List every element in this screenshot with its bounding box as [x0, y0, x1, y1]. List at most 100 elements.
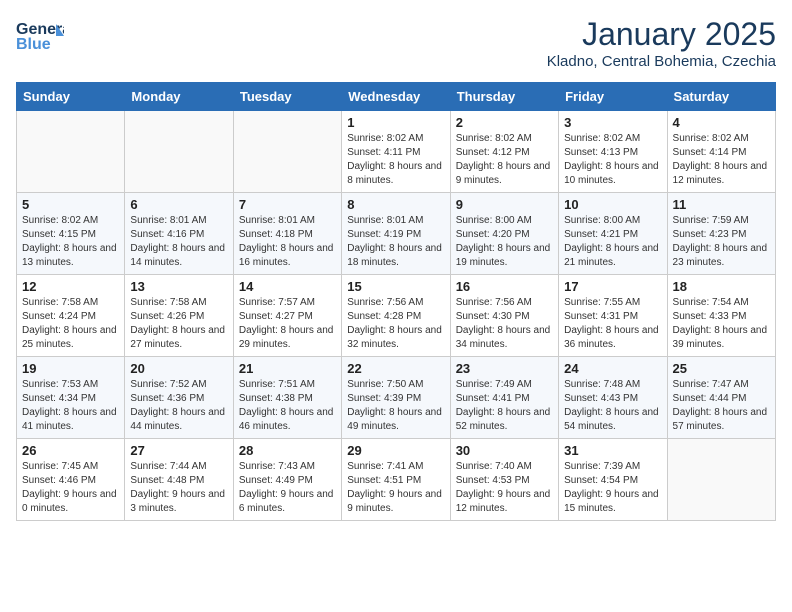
calendar-day: 3 Sunrise: 8:02 AM Sunset: 4:13 PM Daylig… — [559, 111, 667, 193]
day-number: 25 — [673, 361, 770, 376]
logo-icon: General Blue — [16, 16, 64, 58]
day-info: Sunrise: 8:00 AM Sunset: 4:21 PM Dayligh… — [564, 214, 661, 270]
day-number: 14 — [239, 279, 336, 294]
svg-text:Blue: Blue — [16, 36, 51, 53]
day-header-tuesday: Tuesday — [233, 83, 341, 111]
title-block: January 2025 Kladno, Central Bohemia, Cz… — [547, 16, 776, 70]
day-info: Sunrise: 8:02 AM Sunset: 4:15 PM Dayligh… — [22, 214, 119, 270]
calendar-day: 27Sunrise: 7:44 AM Sunset: 4:48 PM Dayli… — [125, 439, 233, 521]
day-number: 2 — [456, 115, 553, 130]
day-info: Sunrise: 7:51 AM Sunset: 4:38 PM Dayligh… — [239, 378, 336, 434]
calendar-day: 10 Sunrise: 8:00 AM Sunset: 4:21 PM Dayli… — [559, 193, 667, 275]
calendar-day: 22Sunrise: 7:50 AM Sunset: 4:39 PM Dayli… — [342, 357, 450, 439]
calendar-day: 9 Sunrise: 8:00 AM Sunset: 4:20 PM Daylig… — [450, 193, 558, 275]
page-header: General Blue January 2025 Kladno, Centra… — [16, 16, 776, 70]
day-info: Sunrise: 7:41 AM Sunset: 4:51 PM Dayligh… — [347, 460, 444, 516]
calendar-day — [17, 111, 125, 193]
calendar-week-1: 1Sunrise: 8:02 AM Sunset: 4:11 PM Daylig… — [17, 111, 776, 193]
day-info: Sunrise: 8:01 AM Sunset: 4:18 PM Dayligh… — [239, 214, 336, 270]
day-number: 23 — [456, 361, 553, 376]
calendar-day: 30 Sunrise: 7:40 AM Sunset: 4:53 PM Dayli… — [450, 439, 558, 521]
day-info: Sunrise: 7:55 AM Sunset: 4:31 PM Dayligh… — [564, 296, 661, 352]
day-info: Sunrise: 7:49 AM Sunset: 4:41 PM Dayligh… — [456, 378, 553, 434]
calendar-body: 1Sunrise: 8:02 AM Sunset: 4:11 PM Daylig… — [17, 111, 776, 521]
calendar-day: 12Sunrise: 7:58 AM Sunset: 4:24 PM Dayli… — [17, 275, 125, 357]
day-header-monday: Monday — [125, 83, 233, 111]
day-info: Sunrise: 8:01 AM Sunset: 4:19 PM Dayligh… — [347, 214, 444, 270]
day-info: Sunrise: 7:40 AM Sunset: 4:53 PM Dayligh… — [456, 460, 553, 516]
calendar-day: 1Sunrise: 8:02 AM Sunset: 4:11 PM Daylig… — [342, 111, 450, 193]
calendar-day: 7Sunrise: 8:01 AM Sunset: 4:18 PM Daylig… — [233, 193, 341, 275]
day-info: Sunrise: 8:02 AM Sunset: 4:12 PM Dayligh… — [456, 132, 553, 188]
calendar-week-4: 19Sunrise: 7:53 AM Sunset: 4:34 PM Dayli… — [17, 357, 776, 439]
day-info: Sunrise: 8:02 AM Sunset: 4:11 PM Dayligh… — [347, 132, 444, 188]
calendar-day: 19Sunrise: 7:53 AM Sunset: 4:34 PM Dayli… — [17, 357, 125, 439]
day-number: 28 — [239, 443, 336, 458]
calendar-day: 16 Sunrise: 7:56 AM Sunset: 4:30 PM Dayli… — [450, 275, 558, 357]
day-number: 30 — [456, 443, 553, 458]
day-info: Sunrise: 7:39 AM Sunset: 4:54 PM Dayligh… — [564, 460, 661, 516]
calendar-day: 29Sunrise: 7:41 AM Sunset: 4:51 PM Dayli… — [342, 439, 450, 521]
day-header-wednesday: Wednesday — [342, 83, 450, 111]
calendar-day: 26 Sunrise: 7:45 AM Sunset: 4:46 PM Dayli… — [17, 439, 125, 521]
calendar-day: 2 Sunrise: 8:02 AM Sunset: 4:12 PM Daylig… — [450, 111, 558, 193]
day-header-sunday: Sunday — [17, 83, 125, 111]
day-number: 11 — [673, 197, 770, 212]
calendar-week-2: 5 Sunrise: 8:02 AM Sunset: 4:15 PM Daylig… — [17, 193, 776, 275]
calendar-day: 21 Sunrise: 7:51 AM Sunset: 4:38 PM Dayli… — [233, 357, 341, 439]
calendar-day: 28 Sunrise: 7:43 AM Sunset: 4:49 PM Dayli… — [233, 439, 341, 521]
day-info: Sunrise: 8:00 AM Sunset: 4:20 PM Dayligh… — [456, 214, 553, 270]
day-info: Sunrise: 7:48 AM Sunset: 4:43 PM Dayligh… — [564, 378, 661, 434]
day-number: 3 — [564, 115, 661, 130]
day-header-friday: Friday — [559, 83, 667, 111]
month-title: January 2025 — [547, 16, 776, 53]
day-number: 20 — [130, 361, 227, 376]
day-number: 16 — [456, 279, 553, 294]
day-header-saturday: Saturday — [667, 83, 775, 111]
calendar-day: 20 Sunrise: 7:52 AM Sunset: 4:36 PM Dayli… — [125, 357, 233, 439]
day-number: 8 — [347, 197, 444, 212]
calendar-table: SundayMondayTuesdayWednesdayThursdayFrid… — [16, 82, 776, 521]
calendar-day: 25 Sunrise: 7:47 AM Sunset: 4:44 PM Dayli… — [667, 357, 775, 439]
calendar-day: 31 Sunrise: 7:39 AM Sunset: 4:54 PM Dayli… — [559, 439, 667, 521]
day-number: 4 — [673, 115, 770, 130]
calendar-day: 8 Sunrise: 8:01 AM Sunset: 4:19 PM Daylig… — [342, 193, 450, 275]
calendar-day — [667, 439, 775, 521]
day-number: 31 — [564, 443, 661, 458]
day-number: 10 — [564, 197, 661, 212]
day-number: 12 — [22, 279, 119, 294]
calendar-day: 4 Sunrise: 8:02 AM Sunset: 4:14 PM Daylig… — [667, 111, 775, 193]
day-info: Sunrise: 7:47 AM Sunset: 4:44 PM Dayligh… — [673, 378, 770, 434]
day-info: Sunrise: 7:50 AM Sunset: 4:39 PM Dayligh… — [347, 378, 444, 434]
day-number: 19 — [22, 361, 119, 376]
calendar-day: 14Sunrise: 7:57 AM Sunset: 4:27 PM Dayli… — [233, 275, 341, 357]
day-number: 9 — [456, 197, 553, 212]
day-header-thursday: Thursday — [450, 83, 558, 111]
day-info: Sunrise: 7:43 AM Sunset: 4:49 PM Dayligh… — [239, 460, 336, 516]
day-info: Sunrise: 7:45 AM Sunset: 4:46 PM Dayligh… — [22, 460, 119, 516]
calendar-day — [233, 111, 341, 193]
day-number: 6 — [130, 197, 227, 212]
calendar-week-3: 12Sunrise: 7:58 AM Sunset: 4:24 PM Dayli… — [17, 275, 776, 357]
calendar-day: 24Sunrise: 7:48 AM Sunset: 4:43 PM Dayli… — [559, 357, 667, 439]
day-info: Sunrise: 7:52 AM Sunset: 4:36 PM Dayligh… — [130, 378, 227, 434]
day-number: 15 — [347, 279, 444, 294]
day-number: 21 — [239, 361, 336, 376]
day-number: 26 — [22, 443, 119, 458]
day-info: Sunrise: 7:58 AM Sunset: 4:26 PM Dayligh… — [130, 296, 227, 352]
calendar-day: 6Sunrise: 8:01 AM Sunset: 4:16 PM Daylig… — [125, 193, 233, 275]
calendar-week-5: 26 Sunrise: 7:45 AM Sunset: 4:46 PM Dayli… — [17, 439, 776, 521]
day-info: Sunrise: 8:02 AM Sunset: 4:13 PM Dayligh… — [564, 132, 661, 188]
day-info: Sunrise: 8:02 AM Sunset: 4:14 PM Dayligh… — [673, 132, 770, 188]
day-info: Sunrise: 7:56 AM Sunset: 4:28 PM Dayligh… — [347, 296, 444, 352]
calendar-day: 23 Sunrise: 7:49 AM Sunset: 4:41 PM Dayli… — [450, 357, 558, 439]
calendar-day: 13 Sunrise: 7:58 AM Sunset: 4:26 PM Dayli… — [125, 275, 233, 357]
day-number: 18 — [673, 279, 770, 294]
day-number: 13 — [130, 279, 227, 294]
calendar-day — [125, 111, 233, 193]
calendar-day: 18Sunrise: 7:54 AM Sunset: 4:33 PM Dayli… — [667, 275, 775, 357]
calendar-day: 5 Sunrise: 8:02 AM Sunset: 4:15 PM Daylig… — [17, 193, 125, 275]
day-info: Sunrise: 7:56 AM Sunset: 4:30 PM Dayligh… — [456, 296, 553, 352]
calendar-day: 15 Sunrise: 7:56 AM Sunset: 4:28 PM Dayli… — [342, 275, 450, 357]
day-number: 5 — [22, 197, 119, 212]
